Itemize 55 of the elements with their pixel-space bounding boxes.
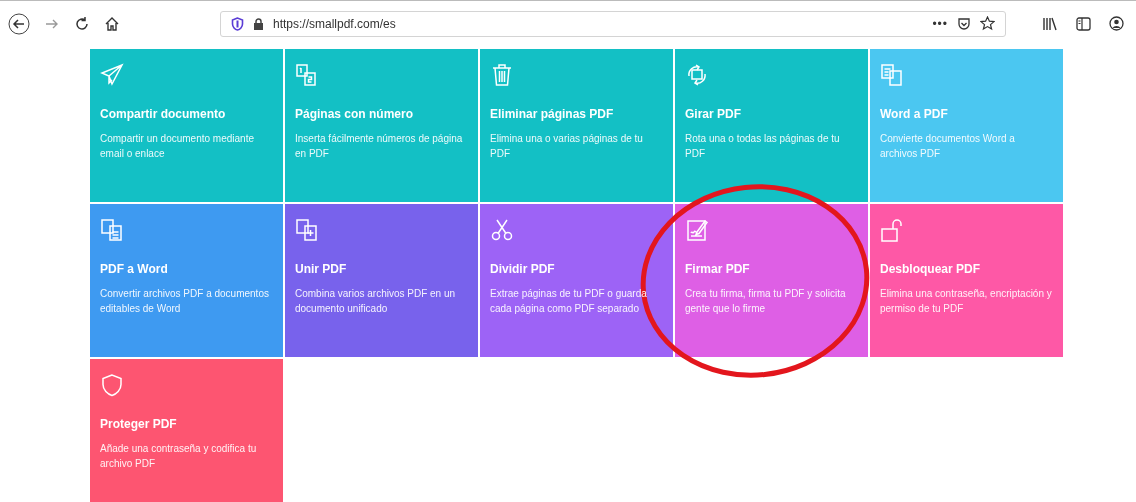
reload-icon[interactable] xyxy=(74,15,90,32)
tool-title: Páginas con número xyxy=(295,107,415,121)
scissors-icon xyxy=(490,218,514,242)
star-icon[interactable] xyxy=(980,16,995,31)
tool-description: Combina varios archivos PDF en un documento unificado xyxy=(295,287,457,316)
tool-card[interactable]: Eliminar páginas PDF Elimina una o varias páginas de tu PDF xyxy=(480,49,673,202)
shield-icon[interactable] xyxy=(231,16,244,31)
tool-title: Word a PDF xyxy=(880,107,949,121)
tool-description: Convierte documentos Word a archivos PDF xyxy=(880,132,1016,161)
sidebar-icon[interactable] xyxy=(1076,16,1091,31)
tool-title: Dividir PDF xyxy=(490,262,556,276)
numbered-pages-icon xyxy=(295,63,319,87)
tool-card[interactable]: Word a PDF Convierte documentos Word a archivos PDF xyxy=(870,49,1063,202)
tool-description: Convertir archivos PDF a documentos editables de Word xyxy=(100,287,270,316)
tool-description: Compartir un documento mediante email o enlace xyxy=(100,132,255,161)
tool-description: Crea tu firma, firma tu PDF y solicita gente que lo firme xyxy=(685,287,847,316)
back-icon[interactable] xyxy=(8,12,30,35)
tool-title: PDF a Word xyxy=(100,262,169,276)
tool-card[interactable]: Girar PDF Rota una o todas las páginas de tu PDF xyxy=(675,49,868,202)
tool-title: Girar PDF xyxy=(685,107,742,121)
paper-plane-icon xyxy=(100,63,124,87)
add-page-icon xyxy=(295,218,319,242)
tool-card[interactable]: Firmar PDF Crea tu firma, firma tu PDF y solicita gente que lo firme xyxy=(675,204,868,357)
rotate-icon xyxy=(685,63,709,87)
account-icon[interactable] xyxy=(1109,16,1124,31)
page-actions-button[interactable]: ••• xyxy=(932,16,948,31)
signature-icon xyxy=(685,218,709,242)
shield-icon xyxy=(100,373,124,397)
tool-description: Rota una o todas las páginas de tu PDF xyxy=(685,132,841,161)
tool-card[interactable]: Desbloquear PDF Elimina una contraseña, encriptación y permiso de tu PDF xyxy=(870,204,1063,357)
tool-title: Proteger PDF xyxy=(100,417,178,431)
tool-card[interactable]: Compartir documento Compartir un documento mediante email o enlace xyxy=(90,49,283,202)
tool-title: Compartir documento xyxy=(100,107,227,121)
tool-description: Elimina una contraseña, encriptación y permiso de tu PDF xyxy=(880,287,1053,316)
tool-description: Añade una contraseña y codifica tu archivo PDF xyxy=(100,442,258,471)
tool-title: Eliminar páginas PDF xyxy=(490,107,615,121)
address-bar[interactable]: https://smallpdf.com/es ••• xyxy=(220,10,1006,37)
trash-icon xyxy=(490,63,514,87)
tool-card[interactable]: Unir PDF Combina varios archivos PDF en un documento unificado xyxy=(285,204,478,357)
unlocked-padlock-icon xyxy=(880,218,904,242)
tool-title: Desbloquear PDF xyxy=(880,262,982,276)
tool-card[interactable]: Proteger PDF Añade una contraseña y codifica tu archivo PDF xyxy=(90,359,283,502)
tool-card[interactable]: PDF a Word Convertir archivos PDF a documentos editables de Word xyxy=(90,204,283,357)
tool-description: Elimina una o varias páginas de tu PDF xyxy=(490,132,644,161)
tool-title: Firmar PDF xyxy=(685,262,751,276)
tool-description: Inserta fácilmente números de página en PDF xyxy=(295,132,464,161)
library-icon[interactable] xyxy=(1042,16,1058,31)
tool-card[interactable]: Páginas con número Inserta fácilmente números de página en PDF xyxy=(285,49,478,202)
pocket-icon[interactable] xyxy=(957,16,971,31)
lock-icon xyxy=(253,17,264,30)
document-pages-icon xyxy=(880,63,904,87)
document-pages-icon xyxy=(100,218,124,242)
url-text: https://smallpdf.com/es xyxy=(273,16,397,31)
tool-title: Unir PDF xyxy=(295,262,348,276)
home-icon[interactable] xyxy=(104,15,120,32)
